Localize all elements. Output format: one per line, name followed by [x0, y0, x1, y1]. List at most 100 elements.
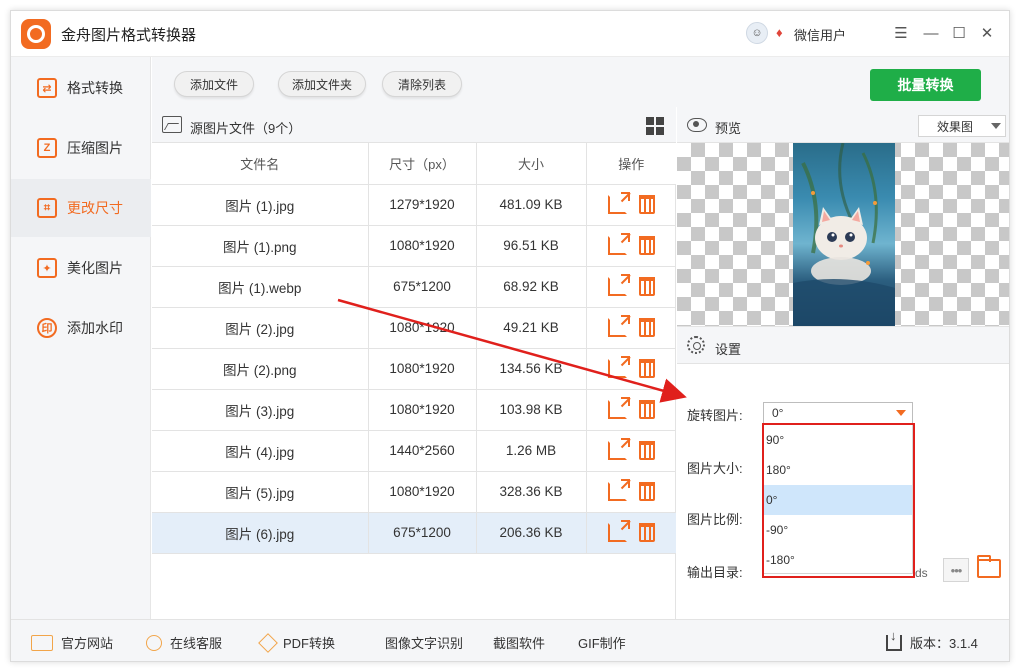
folder-icon[interactable] [977, 555, 1001, 578]
rotate-option-90[interactable]: 90° [764, 425, 912, 455]
user-avatar[interactable]: ☺ [746, 22, 768, 44]
download-icon[interactable] [886, 628, 902, 651]
size-label: 图片大小: [687, 461, 743, 476]
column-header-filename: 文件名 [152, 143, 369, 185]
user-name[interactable]: 微信用户 [794, 25, 846, 44]
sidebar-item-compress[interactable]: Z 压缩图片 [11, 119, 151, 177]
preview-header: 预览 效果图 [677, 107, 1009, 143]
file-actions-cell [586, 471, 676, 513]
file-actions-cell [586, 266, 676, 308]
table-row[interactable]: 图片 (2).png 1080*1920 134.56 KB [152, 348, 676, 390]
chevron-down-icon [991, 123, 1001, 129]
pdf-convert-label: PDF转换 [283, 636, 336, 651]
open-file-icon[interactable] [607, 233, 630, 255]
delete-icon[interactable] [638, 195, 655, 214]
close-icon[interactable]: ✕ [977, 23, 997, 43]
file-size-cell: 49.21 KB [476, 307, 587, 349]
clear-list-button[interactable]: 清除列表 [382, 71, 462, 97]
delete-icon[interactable] [638, 359, 655, 378]
open-file-icon[interactable] [607, 438, 630, 460]
version-label: 版本：3.1.4 [910, 636, 978, 651]
toolbar: 添加文件 添加文件夹 清除列表 批量转换 [152, 57, 1009, 107]
gif-maker-link[interactable]: GIF制作 [578, 633, 626, 652]
screenshot-link[interactable]: 截图软件 [493, 633, 545, 652]
maximize-icon[interactable]: ☐ [949, 23, 969, 43]
table-row[interactable]: 图片 (4).jpg 1440*2560 1.26 MB [152, 430, 676, 472]
file-panel-title: 源图片文件（9个） [190, 121, 302, 136]
file-actions-cell [586, 225, 676, 267]
table-row[interactable]: 图片 (2).jpg 1080*1920 49.21 KB [152, 307, 676, 349]
sidebar-item-label: 美化图片 [67, 260, 123, 276]
settings-header: 设置 [677, 326, 1009, 364]
rotate-option-0[interactable]: 0° [764, 485, 912, 515]
preview-mode-select[interactable]: 效果图 [918, 115, 1006, 137]
open-file-icon[interactable] [607, 192, 630, 214]
file-actions-cell [586, 389, 676, 431]
sidebar-item-label: 格式转换 [67, 80, 123, 96]
sidebar-item-format-convert[interactable]: ⇄ 格式转换 [11, 59, 151, 117]
preview-image [793, 143, 895, 326]
rotate-select[interactable]: 0° [763, 402, 913, 424]
file-name-cell: 图片 (6).jpg [152, 512, 369, 554]
preview-title: 预览 [715, 121, 742, 136]
monitor-icon [31, 634, 53, 651]
official-site-link[interactable]: 官方网站 [31, 633, 113, 652]
table-row[interactable]: 图片 (3).jpg 1080*1920 103.98 KB [152, 389, 676, 431]
grid-view-icon[interactable] [646, 117, 664, 135]
rotate-option-minus-90[interactable]: -90° [764, 515, 912, 545]
file-name-cell: 图片 (1).webp [152, 266, 369, 308]
pdf-convert-link[interactable]: PDF转换 [258, 632, 336, 653]
add-file-button[interactable]: 添加文件 [174, 71, 254, 97]
online-support-link[interactable]: 在线客服 [146, 633, 222, 652]
resize-icon: ⌗ [37, 198, 57, 218]
minimize-icon[interactable]: — [921, 23, 941, 43]
table-row[interactable]: 图片 (6).jpg 675*1200 206.36 KB [152, 512, 676, 554]
file-size-cell: 328.36 KB [476, 471, 587, 513]
rotate-option-minus-180[interactable]: -180° [764, 545, 912, 575]
rotate-option-180[interactable]: 180° [764, 455, 912, 485]
delete-icon[interactable] [638, 277, 655, 296]
add-folder-button[interactable]: 添加文件夹 [278, 71, 366, 97]
file-name-cell: 图片 (3).jpg [152, 389, 369, 431]
file-dimensions-cell: 1080*1920 [368, 225, 477, 267]
sidebar-item-beautify[interactable]: ✦ 美化图片 [11, 239, 151, 297]
delete-icon[interactable] [638, 318, 655, 337]
delete-icon[interactable] [638, 400, 655, 419]
delete-icon[interactable] [638, 482, 655, 501]
open-file-icon[interactable] [607, 356, 630, 378]
delete-icon[interactable] [638, 441, 655, 460]
delete-icon[interactable] [638, 523, 655, 542]
table-row[interactable]: 图片 (1).webp 675*1200 68.92 KB [152, 266, 676, 308]
file-panel: 源图片文件（9个） 文件名 尺寸（px） 大小 操作 图片 (1).jpg 127… [152, 107, 676, 619]
sidebar-item-label: 压缩图片 [67, 140, 123, 156]
open-file-icon[interactable] [607, 479, 630, 501]
table-row[interactable]: 图片 (5).jpg 1080*1920 328.36 KB [152, 471, 676, 513]
file-actions-cell [586, 307, 676, 349]
open-file-icon[interactable] [607, 315, 630, 337]
compress-icon: Z [37, 138, 57, 158]
delete-icon[interactable] [638, 236, 655, 255]
app-window: 金舟图片格式转换器 ☺ ♦ 微信用户 ☰ — ☐ ✕ ⇄ 格式转换 Z 压缩图片… [10, 10, 1010, 662]
output-path-field[interactable]: ds [915, 562, 943, 584]
open-file-icon[interactable] [607, 520, 630, 542]
preview-panel: 预览 效果图 设置 旋转图片: 0° 图片大小: 图片比例: 输出目录: ds … [677, 107, 1009, 619]
table-row[interactable]: 图片 (1).jpg 1279*1920 481.09 KB [152, 184, 676, 226]
sidebar-item-watermark[interactable]: 印 添加水印 [11, 299, 151, 357]
file-name-cell: 图片 (1).png [152, 225, 369, 267]
ratio-label: 图片比例: [687, 512, 743, 527]
table-row[interactable]: 图片 (1).png 1080*1920 96.51 KB [152, 225, 676, 267]
preview-canvas [677, 143, 1009, 326]
ocr-link[interactable]: 图像文字识别 [385, 633, 463, 652]
file-actions-cell [586, 512, 676, 554]
official-site-label: 官方网站 [61, 636, 114, 651]
sidebar-item-resize[interactable]: ⌗ 更改尺寸 [11, 179, 151, 237]
file-name-cell: 图片 (2).jpg [152, 307, 369, 349]
menu-icon[interactable]: ☰ [891, 23, 911, 43]
open-file-icon[interactable] [607, 397, 630, 419]
gear-icon [687, 336, 705, 354]
open-file-icon[interactable] [607, 274, 630, 296]
browse-more-button[interactable]: ••• [943, 558, 969, 582]
batch-convert-button[interactable]: 批量转换 [870, 69, 981, 101]
table-header-row: 文件名 尺寸（px） 大小 操作 [152, 143, 676, 185]
file-size-cell: 103.98 KB [476, 389, 587, 431]
